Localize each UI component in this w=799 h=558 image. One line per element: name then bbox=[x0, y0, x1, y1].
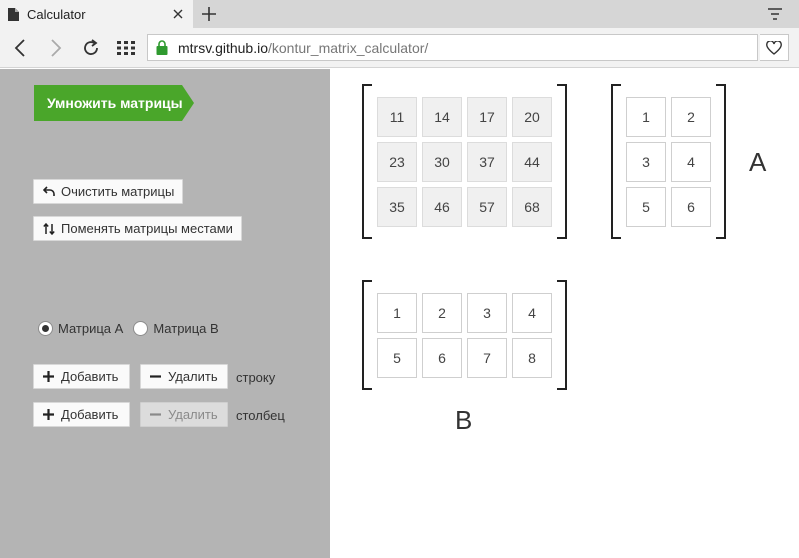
result-cell: 17 bbox=[467, 97, 507, 137]
matrix-a-cell[interactable]: 1 bbox=[626, 97, 666, 137]
row-caption: строку bbox=[236, 370, 276, 385]
left-bracket bbox=[611, 84, 621, 239]
right-bracket bbox=[557, 84, 567, 239]
matrix-b-cell[interactable]: 6 bbox=[422, 338, 462, 378]
matrix-a: 1 2 3 4 5 6 bbox=[611, 84, 727, 239]
radio-matrix-b-label[interactable]: Матрица B bbox=[153, 321, 218, 336]
radio-matrix-b[interactable] bbox=[133, 321, 149, 336]
matrix-b: 1 2 3 4 5 6 7 8 bbox=[362, 280, 568, 390]
matrix-b-cell[interactable]: 7 bbox=[467, 338, 507, 378]
matrix-selector: Матрица A Матрица B bbox=[38, 321, 229, 336]
remove-row-label: Удалить bbox=[168, 369, 218, 384]
matrix-a-cell[interactable]: 5 bbox=[626, 187, 666, 227]
matrix-a-cell[interactable]: 6 bbox=[671, 187, 711, 227]
tab-title: Calculator bbox=[27, 6, 86, 22]
right-bracket bbox=[716, 84, 726, 239]
result-cell: 57 bbox=[467, 187, 507, 227]
result-cell: 23 bbox=[377, 142, 417, 182]
matrix-b-cell[interactable]: 4 bbox=[512, 293, 552, 333]
matrix-a-cell[interactable]: 4 bbox=[671, 142, 711, 182]
menu-icon[interactable] bbox=[764, 3, 786, 25]
result-cell: 35 bbox=[377, 187, 417, 227]
minus-icon bbox=[149, 408, 162, 421]
result-cell: 14 bbox=[422, 97, 462, 137]
control-panel: Умножить матрицы Очистить матрицы Поменя… bbox=[0, 69, 330, 558]
add-row-label: Добавить bbox=[61, 369, 119, 384]
radio-matrix-a-label[interactable]: Матрица A bbox=[58, 321, 123, 336]
forward-icon[interactable] bbox=[44, 36, 68, 60]
result-cell: 46 bbox=[422, 187, 462, 227]
address-domain: mtrsv.github.io bbox=[178, 39, 268, 56]
lock-icon bbox=[156, 40, 168, 55]
matrix-a-name: A bbox=[749, 147, 767, 177]
matrix-a-cell[interactable]: 3 bbox=[626, 142, 666, 182]
left-bracket bbox=[362, 280, 372, 390]
address-text: mtrsv.github.io/kontur_matrix_calculator… bbox=[178, 40, 428, 56]
browser-tab[interactable]: Calculator bbox=[0, 0, 193, 28]
matrix-a-cell[interactable]: 2 bbox=[671, 97, 711, 137]
reload-icon[interactable] bbox=[79, 36, 103, 60]
undo-icon bbox=[42, 185, 55, 198]
result-cell: 11 bbox=[377, 97, 417, 137]
swap-matrices-button[interactable]: Поменять матрицы местами bbox=[33, 216, 242, 241]
remove-column-label: Удалить bbox=[168, 407, 218, 422]
multiply-button[interactable]: Умножить матрицы bbox=[34, 85, 194, 121]
swap-matrices-label: Поменять матрицы местами bbox=[61, 221, 233, 236]
document-icon bbox=[8, 7, 19, 21]
matrix-b-cell[interactable]: 2 bbox=[422, 293, 462, 333]
result-cell: 68 bbox=[512, 187, 552, 227]
plus-icon bbox=[42, 408, 55, 421]
result-cell: 20 bbox=[512, 97, 552, 137]
swap-icon bbox=[42, 222, 55, 235]
plus-icon bbox=[42, 370, 55, 383]
radio-selected-dot bbox=[42, 325, 49, 332]
back-icon[interactable] bbox=[8, 36, 32, 60]
result-cell: 44 bbox=[512, 142, 552, 182]
result-matrix: 11 14 17 20 23 30 37 44 35 46 57 68 bbox=[362, 84, 568, 239]
clear-matrices-label: Очистить матрицы bbox=[61, 184, 175, 199]
right-bracket bbox=[557, 280, 567, 390]
matrix-b-cell[interactable]: 3 bbox=[467, 293, 507, 333]
radio-matrix-a[interactable] bbox=[38, 321, 53, 336]
clear-matrices-button[interactable]: Очистить матрицы bbox=[33, 179, 184, 204]
result-cell: 30 bbox=[422, 142, 462, 182]
left-bracket bbox=[362, 84, 372, 239]
address-bar[interactable]: mtrsv.github.io/kontur_matrix_calculator… bbox=[147, 34, 758, 61]
address-path: /kontur_matrix_calculator/ bbox=[268, 39, 429, 56]
matrix-b-cell[interactable]: 5 bbox=[377, 338, 417, 378]
matrix-b-cell[interactable]: 1 bbox=[377, 293, 417, 333]
new-tab-icon[interactable] bbox=[198, 3, 220, 25]
speed-dial-icon[interactable] bbox=[114, 36, 138, 60]
add-column-label: Добавить bbox=[61, 407, 119, 422]
multiply-button-label: Умножить матрицы bbox=[47, 95, 183, 111]
close-tab-icon[interactable] bbox=[167, 3, 189, 25]
add-row-button[interactable]: Добавить bbox=[33, 364, 130, 389]
browser-nav-bar: mtrsv.github.io/kontur_matrix_calculator… bbox=[0, 28, 799, 68]
remove-column-button[interactable]: Удалить bbox=[140, 402, 228, 427]
column-caption: столбец bbox=[236, 408, 285, 423]
remove-row-button[interactable]: Удалить bbox=[140, 364, 228, 389]
result-cell: 37 bbox=[467, 142, 507, 182]
heart-icon[interactable] bbox=[760, 34, 789, 61]
add-column-button[interactable]: Добавить bbox=[33, 402, 130, 427]
minus-icon bbox=[149, 370, 162, 383]
browser-tab-bar: Calculator bbox=[0, 0, 799, 28]
matrix-b-cell[interactable]: 8 bbox=[512, 338, 552, 378]
matrix-b-name: B bbox=[455, 405, 473, 435]
